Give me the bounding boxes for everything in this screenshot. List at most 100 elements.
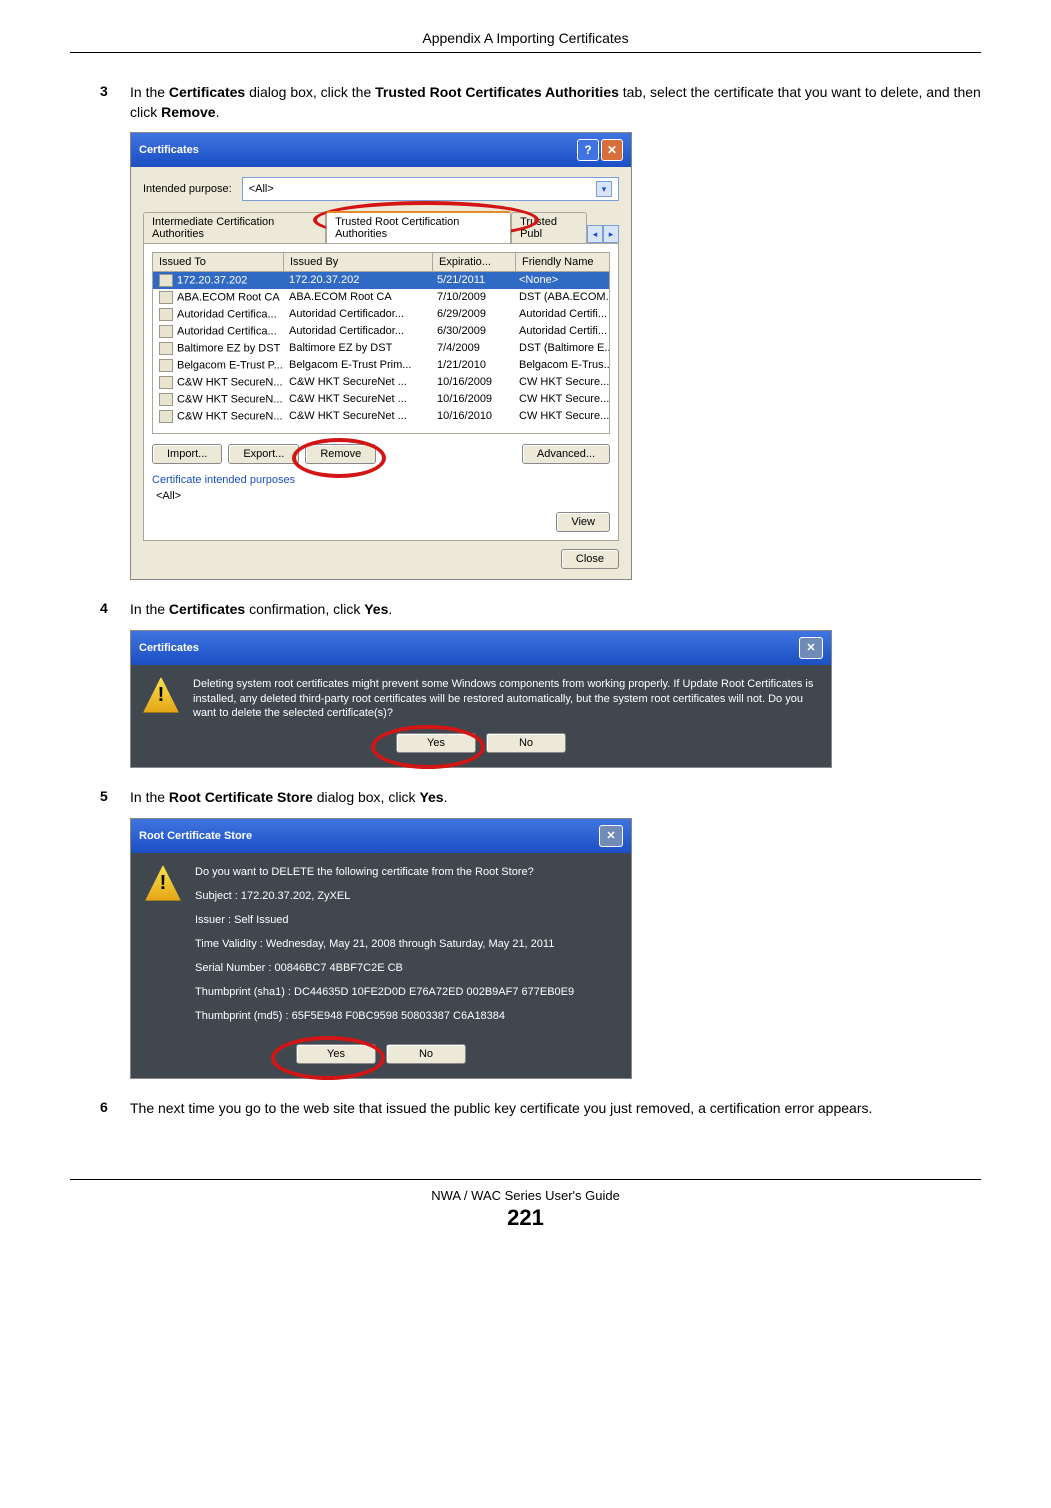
close-button[interactable]: ✕ — [599, 825, 623, 847]
step-4: 4 In the Certificates confirmation, clic… — [100, 600, 981, 620]
view-button[interactable]: View — [556, 512, 610, 532]
yes-button[interactable]: Yes — [396, 733, 476, 753]
purpose-combobox[interactable]: <All> ▾ — [242, 177, 619, 201]
cell: <None> — [513, 272, 610, 289]
b: Trusted Root Certificates Authorities — [375, 84, 619, 100]
cell: CW HKT Secure... — [513, 391, 610, 408]
t: dialog box, click — [313, 789, 420, 805]
l: Thumbprint (sha1) : DC44635D 10FE2D0D E7… — [195, 985, 574, 1001]
table-row[interactable]: C&W HKT SecureN...C&W HKT SecureNet ...1… — [153, 408, 610, 425]
cell: 5/21/2011 — [431, 272, 513, 289]
step-3: 3 In the Certificates dialog box, click … — [100, 83, 981, 122]
step-number: 5 — [100, 788, 130, 808]
close-button[interactable]: ✕ — [601, 139, 623, 161]
page-number: 221 — [70, 1205, 981, 1231]
t: confirmation, click — [245, 601, 364, 617]
close-dialog-button[interactable]: Close — [561, 549, 619, 569]
b: Yes — [364, 601, 388, 617]
cell: Autoridad Certifica... — [153, 323, 283, 340]
cell: 7/10/2009 — [431, 289, 513, 306]
table-row[interactable]: C&W HKT SecureN...C&W HKT SecureNet ...1… — [153, 374, 610, 391]
cell: C&W HKT SecureN... — [153, 391, 283, 408]
remove-button[interactable]: Remove — [305, 444, 376, 464]
l: Issuer : Self Issued — [195, 913, 574, 929]
yes-button[interactable]: Yes — [296, 1044, 376, 1064]
col-issued-to[interactable]: Issued To — [153, 253, 284, 271]
cell: Belgacom E-Trust Prim... — [283, 357, 431, 374]
b: Yes — [419, 789, 443, 805]
confirm-message: Deleting system root certificates might … — [193, 677, 819, 722]
help-button[interactable]: ? — [577, 139, 599, 161]
tab-strip: Intermediate Certification Authorities T… — [143, 211, 619, 244]
tab-intermediate[interactable]: Intermediate Certification Authorities — [143, 212, 326, 243]
tab-trusted-publishers-partial[interactable]: Trusted Publ — [511, 212, 587, 243]
col-friendly-name[interactable]: Friendly Name — [516, 253, 610, 271]
step-number: 4 — [100, 600, 130, 620]
purpose-label: Intended purpose: — [143, 183, 232, 195]
group-value: <All> — [156, 490, 610, 502]
table-row[interactable]: C&W HKT SecureN...C&W HKT SecureNet ...1… — [153, 391, 610, 408]
table-row[interactable]: 172.20.37.202172.20.37.2025/21/2011<None… — [153, 272, 610, 289]
no-button[interactable]: No — [386, 1044, 466, 1064]
cell: 10/16/2010 — [431, 408, 513, 425]
dialog-title: Certificates — [139, 144, 199, 156]
cell: 6/30/2009 — [431, 323, 513, 340]
step-6: 6 The next time you go to the web site t… — [100, 1099, 981, 1119]
col-issued-by[interactable]: Issued By — [284, 253, 433, 271]
cell: CW HKT Secure... — [513, 408, 610, 425]
b: Root Certificate Store — [169, 789, 313, 805]
warning-icon — [143, 677, 179, 713]
no-button[interactable]: No — [486, 733, 566, 753]
col-expiration[interactable]: Expiratio... — [433, 253, 516, 271]
cell: C&W HKT SecureNet ... — [283, 391, 431, 408]
dialog-title: Certificates — [139, 642, 199, 654]
step-5: 5 In the Root Certificate Store dialog b… — [100, 788, 981, 808]
t: In the — [130, 601, 169, 617]
import-button[interactable]: Import... — [152, 444, 222, 464]
t: . — [444, 789, 448, 805]
tab-trusted-root[interactable]: Trusted Root Certification Authorities — [326, 211, 511, 243]
cell: Baltimore EZ by DST — [153, 340, 283, 357]
root-cert-store-dialog: Root Certificate Store ✕ Do you want to … — [130, 818, 632, 1080]
t: In the — [130, 789, 169, 805]
t: In the — [130, 84, 169, 100]
step-number: 6 — [100, 1099, 130, 1119]
table-row[interactable]: Baltimore EZ by DSTBaltimore EZ by DST7/… — [153, 340, 610, 357]
q: Do you want to DELETE the following cert… — [195, 865, 574, 881]
cell: ABA.ECOM Root CA — [283, 289, 431, 306]
step-text: In the Certificates confirmation, click … — [130, 600, 981, 620]
advanced-button[interactable]: Advanced... — [522, 444, 610, 464]
export-button[interactable]: Export... — [228, 444, 299, 464]
close-button[interactable]: ✕ — [799, 637, 823, 659]
cell: 10/16/2009 — [431, 374, 513, 391]
table-row[interactable]: ABA.ECOM Root CAABA.ECOM Root CA7/10/200… — [153, 289, 610, 306]
cell: 6/29/2009 — [431, 306, 513, 323]
titlebar: Root Certificate Store ✕ — [131, 819, 631, 853]
tab-scroll-left[interactable]: ◂ — [587, 225, 603, 243]
certificates-dialog: Certificates ? ✕ Intended purpose: <All>… — [130, 132, 632, 580]
table-row[interactable]: Autoridad Certifica...Autoridad Certific… — [153, 323, 610, 340]
chevron-down-icon: ▾ — [596, 181, 612, 197]
b: Certificates — [169, 601, 245, 617]
tab-scroll-right[interactable]: ▸ — [603, 225, 619, 243]
cell: C&W HKT SecureN... — [153, 374, 283, 391]
t: dialog box, click the — [245, 84, 375, 100]
dialog-title: Root Certificate Store — [139, 830, 252, 842]
step-text: The next time you go to the web site tha… — [130, 1099, 981, 1119]
cell: Autoridad Certifica... — [153, 306, 283, 323]
cell: Belgacom E-Trus... — [513, 357, 610, 374]
cell: 1/21/2010 — [431, 357, 513, 374]
certificate-list[interactable]: Issued To Issued By Expiratio... Friendl… — [152, 252, 610, 434]
certificates-confirm-dialog: Certificates ✕ Deleting system root cert… — [130, 630, 832, 769]
table-row[interactable]: Autoridad Certifica...Autoridad Certific… — [153, 306, 610, 323]
t: . — [216, 104, 220, 120]
table-row[interactable]: Belgacom E-Trust P...Belgacom E-Trust Pr… — [153, 357, 610, 374]
l: Time Validity : Wednesday, May 21, 2008 … — [195, 937, 574, 953]
cell: C&W HKT SecureNet ... — [283, 408, 431, 425]
step-text: In the Root Certificate Store dialog box… — [130, 788, 981, 808]
b: Certificates — [169, 84, 245, 100]
cell: 10/16/2009 — [431, 391, 513, 408]
l: Subject : 172.20.37.202, ZyXEL — [195, 889, 574, 905]
footer-title: NWA / WAC Series User's Guide — [70, 1188, 981, 1203]
document-page: Appendix A Importing Certificates 3 In t… — [0, 0, 1051, 1251]
